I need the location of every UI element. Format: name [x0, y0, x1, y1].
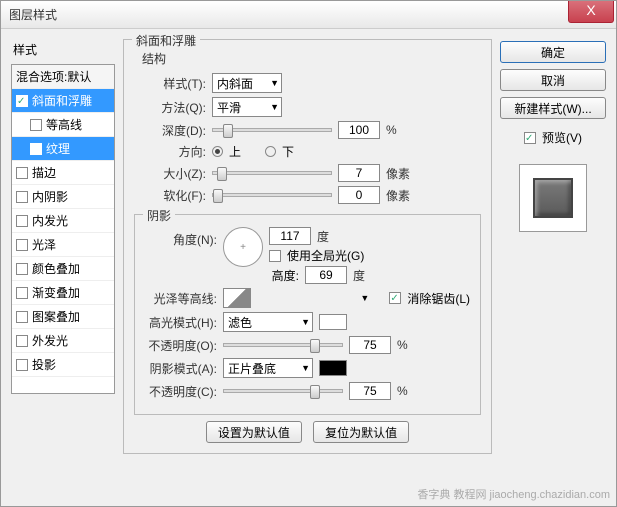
reset-default-button[interactable]: 复位为默认值: [313, 421, 409, 443]
titlebar: 图层样式 X: [1, 1, 616, 29]
style-stroke[interactable]: 描边: [12, 161, 114, 185]
style-list: 混合选项:默认 斜面和浮雕 等高线 纹理 描边 内阴影 内发光 光泽 颜色叠加 …: [11, 64, 115, 394]
angle-label: 角度(N):: [145, 227, 217, 248]
chevron-down-icon: ▼: [301, 317, 310, 327]
new-style-button[interactable]: 新建样式(W)...: [500, 97, 606, 119]
shadow-opacity-input[interactable]: 75: [349, 382, 391, 400]
style-drop-shadow[interactable]: 投影: [12, 353, 114, 377]
structure-label: 结构: [142, 50, 481, 67]
direction-up-radio[interactable]: [212, 146, 223, 157]
cancel-button[interactable]: 取消: [500, 69, 606, 91]
gloss-contour-label: 光泽等高线:: [145, 290, 217, 307]
highlight-opacity-label: 不透明度(O):: [145, 337, 217, 354]
altitude-label: 高度:: [269, 267, 299, 284]
technique-label: 方法(Q):: [134, 99, 206, 116]
close-button[interactable]: X: [568, 1, 614, 23]
ok-button[interactable]: 确定: [500, 41, 606, 63]
styles-heading: 样式: [11, 39, 115, 60]
window-title: 图层样式: [9, 6, 57, 23]
chevron-down-icon: ▼: [270, 78, 279, 88]
preview-thumbnail: [519, 164, 587, 232]
shadow-opacity-slider[interactable]: [223, 389, 343, 393]
checkbox-icon[interactable]: [16, 95, 28, 107]
checkbox-icon[interactable]: [16, 167, 28, 179]
size-slider[interactable]: [212, 171, 332, 175]
depth-input[interactable]: 100: [338, 121, 380, 139]
size-label: 大小(Z):: [134, 165, 206, 182]
style-contour[interactable]: 等高线: [12, 113, 114, 137]
global-light-checkbox[interactable]: [269, 250, 281, 262]
slider-thumb[interactable]: [310, 339, 320, 353]
soften-label: 软化(F):: [134, 187, 206, 204]
highlight-color-swatch[interactable]: [319, 314, 347, 330]
checkbox-icon[interactable]: [16, 263, 28, 275]
style-dropdown[interactable]: 内斜面▼: [212, 73, 282, 93]
highlight-mode-dropdown[interactable]: 滤色▼: [223, 312, 313, 332]
style-label: 样式(T):: [134, 75, 206, 92]
style-blend-options[interactable]: 混合选项:默认: [12, 65, 114, 89]
style-color-overlay[interactable]: 颜色叠加: [12, 257, 114, 281]
style-bevel-emboss[interactable]: 斜面和浮雕: [12, 89, 114, 113]
slider-thumb[interactable]: [213, 189, 223, 203]
preview-checkbox[interactable]: [524, 132, 536, 144]
size-input[interactable]: 7: [338, 164, 380, 182]
shadow-mode-label: 阴影模式(A):: [145, 360, 217, 377]
checkbox-icon[interactable]: [16, 359, 28, 371]
style-inner-glow[interactable]: 内发光: [12, 209, 114, 233]
highlight-mode-label: 高光模式(H):: [145, 314, 217, 331]
checkbox-icon[interactable]: [30, 143, 42, 155]
checkbox-icon[interactable]: [16, 239, 28, 251]
highlight-opacity-input[interactable]: 75: [349, 336, 391, 354]
style-satin[interactable]: 光泽: [12, 233, 114, 257]
chevron-down-icon: ▼: [301, 363, 310, 373]
shadow-color-swatch[interactable]: [319, 360, 347, 376]
preview-label: 预览(V): [542, 129, 582, 146]
bevel-group: 斜面和浮雕 结构 样式(T): 内斜面▼ 方法(Q): 平滑▼ 深度(D): 1…: [123, 39, 492, 454]
depth-label: 深度(D):: [134, 122, 206, 139]
shadow-opacity-label: 不透明度(C):: [145, 383, 217, 400]
soften-input[interactable]: 0: [338, 186, 380, 204]
angle-input[interactable]: 117: [269, 227, 311, 245]
antialias-checkbox[interactable]: [389, 292, 401, 304]
direction-down-radio[interactable]: [265, 146, 276, 157]
style-pattern-overlay[interactable]: 图案叠加: [12, 305, 114, 329]
chevron-down-icon[interactable]: ▼: [360, 293, 369, 303]
slider-thumb[interactable]: [310, 385, 320, 399]
make-default-button[interactable]: 设置为默认值: [206, 421, 302, 443]
bevel-group-title: 斜面和浮雕: [132, 32, 200, 49]
checkbox-icon[interactable]: [30, 119, 42, 131]
shading-title: 阴影: [143, 207, 175, 224]
direction-label: 方向:: [134, 143, 206, 160]
checkbox-icon[interactable]: [16, 215, 28, 227]
style-gradient-overlay[interactable]: 渐变叠加: [12, 281, 114, 305]
technique-dropdown[interactable]: 平滑▼: [212, 97, 282, 117]
shadow-mode-dropdown[interactable]: 正片叠底▼: [223, 358, 313, 378]
preview-swatch: [533, 178, 573, 218]
slider-thumb[interactable]: [217, 167, 227, 181]
angle-control[interactable]: [223, 227, 263, 267]
checkbox-icon[interactable]: [16, 191, 28, 203]
soften-slider[interactable]: [212, 193, 332, 197]
slider-thumb[interactable]: [223, 124, 233, 138]
style-inner-shadow[interactable]: 内阴影: [12, 185, 114, 209]
depth-slider[interactable]: [212, 128, 332, 132]
checkbox-icon[interactable]: [16, 287, 28, 299]
altitude-input[interactable]: 69: [305, 266, 347, 284]
style-outer-glow[interactable]: 外发光: [12, 329, 114, 353]
checkbox-icon[interactable]: [16, 311, 28, 323]
highlight-opacity-slider[interactable]: [223, 343, 343, 347]
chevron-down-icon: ▼: [270, 102, 279, 112]
shading-group: 阴影 角度(N): 117 度 使用全局光(G): [134, 214, 481, 415]
gloss-contour-picker[interactable]: [223, 288, 251, 308]
style-texture[interactable]: 纹理: [12, 137, 114, 161]
checkbox-icon[interactable]: [16, 335, 28, 347]
